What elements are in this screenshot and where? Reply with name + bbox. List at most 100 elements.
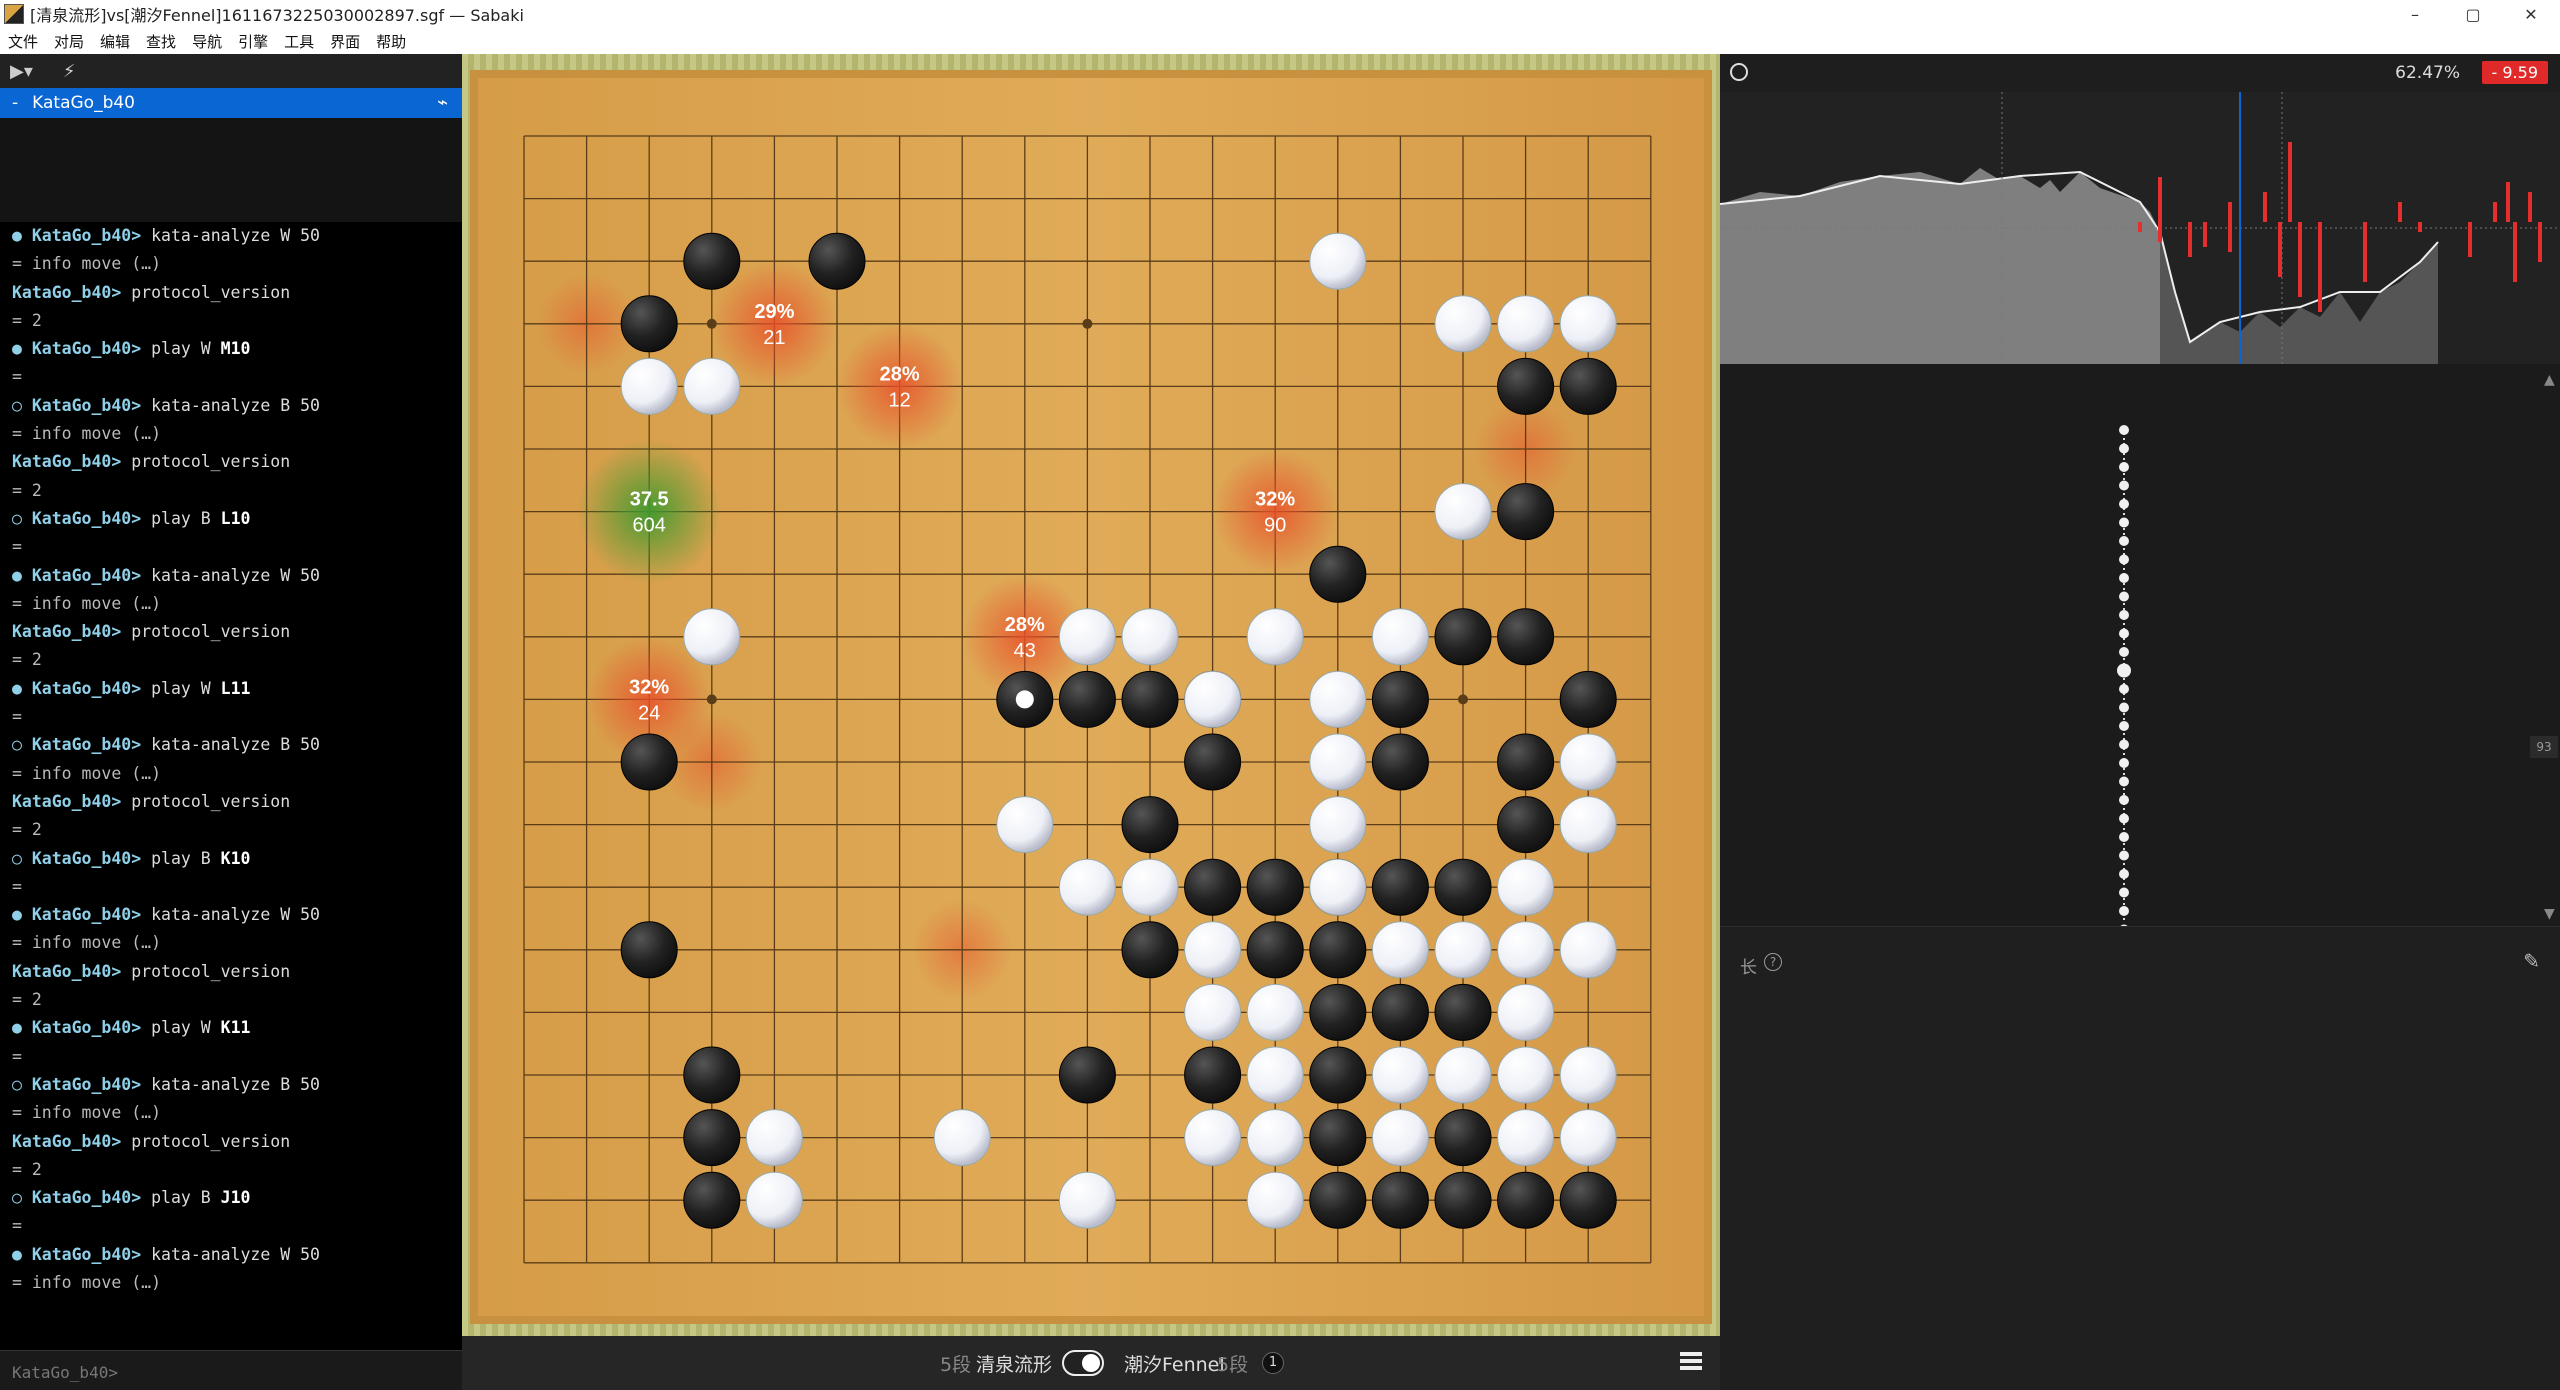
black-stone [1309, 1046, 1367, 1104]
white-stone [1246, 1046, 1304, 1104]
tree-node [2119, 425, 2129, 435]
white-stone [1246, 1109, 1304, 1167]
black-stone [1058, 1046, 1116, 1104]
winrate-graph[interactable] [1720, 92, 2560, 364]
white-stone [1497, 858, 1555, 916]
console-command-line: ○ KataGo_b40> kata-analyze B 50 [12, 735, 320, 755]
black-stone [620, 295, 678, 353]
black-stone [1497, 357, 1555, 415]
tree-node [2119, 869, 2129, 879]
black-stone [808, 232, 866, 290]
console-response-line: = info move (…) [12, 593, 162, 613]
white-stone [1184, 1109, 1242, 1167]
tree-node [2119, 887, 2129, 898]
comment-panel[interactable]: 长 ? ✎ [1720, 926, 2560, 1390]
white-stone [683, 608, 741, 666]
tree-node [2119, 813, 2129, 824]
go-board[interactable]: 29% 21 28% 12 37.5 604 32% 90 28% 43 32% 24 [462, 54, 1720, 1336]
console-command-line: KataGo_b40> protocol_version [12, 622, 291, 642]
black-stone [1371, 670, 1429, 728]
black-stone [1309, 1109, 1367, 1167]
white-stone [1309, 232, 1367, 290]
menu-navigation[interactable]: 导航 [184, 31, 230, 52]
tree-node [2119, 832, 2129, 842]
game-tree[interactable]: ▲▼ [1720, 366, 2560, 926]
console-response-line: = [12, 537, 22, 557]
black-stone [1121, 921, 1179, 979]
console-response-line: = 2 [12, 310, 42, 330]
console-command-line: ○ KataGo_b40> play B L10 [12, 508, 251, 528]
menu-file[interactable]: 文件 [0, 31, 46, 52]
hint-winrate: 32% [629, 676, 669, 698]
gtp-console[interactable]: ● KataGo_b40> kata-analyze W 50 = info mo… [0, 222, 462, 1360]
menu-find[interactable]: 查找 [138, 31, 184, 52]
black-stone [1434, 1171, 1492, 1229]
black-stone [1121, 796, 1179, 854]
black-stone [1309, 983, 1367, 1041]
minimize-button[interactable]: – [2386, 0, 2444, 28]
console-command-line: KataGo_b40> protocol_version [12, 1131, 291, 1151]
maximize-button[interactable]: ▢ [2444, 0, 2502, 28]
tree-node [2119, 573, 2129, 583]
white-stone [1371, 921, 1429, 979]
last-move-marker [1015, 690, 1034, 709]
console-response-line: = info move (…) [12, 254, 162, 274]
engine-sidebar: ▶▾ ⚡ - KataGo_b40 ⌁ ● KataGo_b40> kata-a… [0, 54, 462, 1390]
tree-node [2119, 499, 2129, 509]
tree-node [2119, 554, 2129, 565]
console-response-line: = [12, 367, 22, 387]
white-stone [1559, 1109, 1617, 1167]
white-stone [1497, 1109, 1555, 1167]
black-stone [1184, 733, 1242, 791]
white-stone [996, 796, 1054, 854]
menu-game[interactable]: 对局 [46, 31, 92, 52]
title-bar: [清泉流形]vs[潮汐Fennel]1611673225030002897.sg… [0, 0, 2560, 28]
winrate-header: 62.47% - 9.59 [1720, 54, 2560, 92]
white-stone [745, 1171, 803, 1229]
tree-node [2119, 758, 2129, 768]
hamburger-menu-icon[interactable] [1680, 1352, 1702, 1370]
white-stone [1184, 921, 1242, 979]
black-stone [1309, 921, 1367, 979]
play-dropdown-icon[interactable]: ▶▾ [10, 61, 33, 82]
white-stone [683, 357, 741, 415]
menu-edit[interactable]: 编辑 [92, 31, 138, 52]
window-title: [清泉流形]vs[潮汐Fennel]1611673225030002897.sg… [30, 6, 524, 25]
black-stone [620, 921, 678, 979]
current-player-toggle[interactable] [1062, 1350, 1104, 1376]
tree-node [2119, 462, 2129, 472]
console-response-line: = [12, 876, 22, 896]
white-stone [620, 357, 678, 415]
black-stone [1058, 670, 1116, 728]
white-stone [1246, 1171, 1304, 1229]
black-stone [1497, 733, 1555, 791]
menu-help[interactable]: 帮助 [368, 31, 414, 52]
console-input[interactable]: KataGo_b40> [0, 1350, 462, 1390]
tree-node [2119, 610, 2129, 620]
white-stone [1309, 796, 1367, 854]
menu-tools[interactable]: 工具 [276, 31, 322, 52]
edit-pencil-icon[interactable]: ✎ [2523, 949, 2540, 973]
help-icon[interactable]: ? [1764, 953, 1782, 971]
white-stone [1559, 733, 1617, 791]
white-stone [1559, 796, 1617, 854]
console-response-line: = info move (…) [12, 424, 162, 444]
white-stone [1309, 858, 1367, 916]
white-player-name: 潮汐Fennel [1124, 1354, 1225, 1376]
engine-list-item[interactable]: - KataGo_b40 ⌁ [0, 88, 462, 118]
pulse-icon[interactable]: ⌁ [437, 92, 448, 113]
white-stone [1559, 1046, 1617, 1104]
lightning-icon[interactable]: ⚡ [63, 61, 76, 82]
menu-view[interactable]: 界面 [322, 31, 368, 52]
console-command-line: ○ KataGo_b40> play B J10 [12, 1188, 251, 1208]
black-stone [620, 733, 678, 791]
white-stone [1434, 295, 1492, 353]
tree-node [2119, 721, 2129, 731]
white-stone [1121, 608, 1179, 666]
close-button[interactable]: ✕ [2502, 0, 2560, 28]
white-stone [1184, 670, 1242, 728]
console-response-line: = info move (…) [12, 1103, 162, 1123]
menu-engines[interactable]: 引擎 [230, 31, 276, 52]
captures-badge: 1 [1262, 1352, 1284, 1374]
console-response-line: = [12, 1046, 22, 1066]
